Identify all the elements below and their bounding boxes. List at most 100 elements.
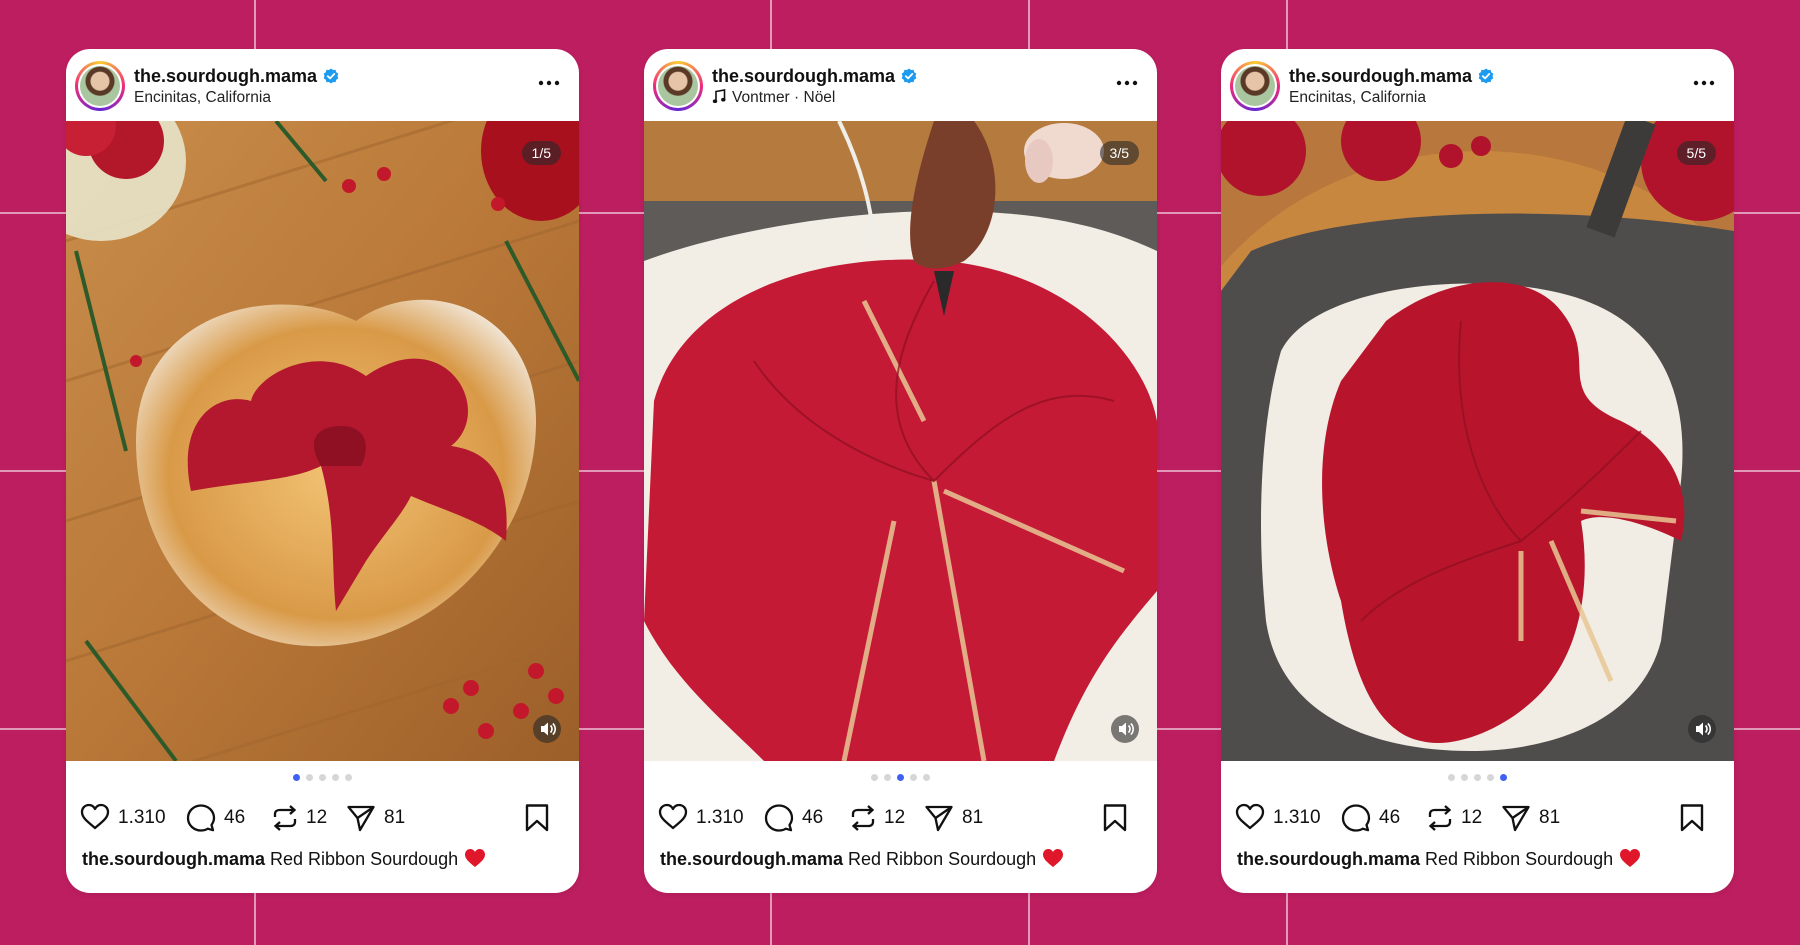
slide-counter: 3/5 <box>1099 141 1139 165</box>
like-button[interactable]: 1.310 <box>80 801 170 835</box>
comment-icon <box>186 804 216 832</box>
volume-button[interactable] <box>533 715 561 743</box>
share-count: 81 <box>962 807 984 828</box>
carousel-dot <box>345 774 352 781</box>
avatar[interactable] <box>75 61 125 111</box>
location-link[interactable]: Encinitas, California <box>134 89 271 107</box>
repost-icon <box>1428 805 1452 831</box>
verified-badge-icon <box>323 68 339 84</box>
caption-username[interactable]: the.sourdough.mama <box>1237 849 1420 869</box>
comment-icon <box>764 804 794 832</box>
carousel-indicator <box>644 774 1157 781</box>
carousel-dot <box>1448 774 1455 781</box>
carousel-dot <box>1487 774 1494 781</box>
repost-icon <box>851 805 875 831</box>
send-icon <box>1502 805 1530 832</box>
caption-text: Red Ribbon Sourdough <box>1425 849 1614 869</box>
post-header: the.sourdough.mama Encinitas, California <box>1221 49 1734 121</box>
carousel-dot <box>306 774 313 781</box>
location-link[interactable]: Encinitas, California <box>1289 89 1426 107</box>
post-card: the.sourdough.mama Vontmer · Nöel 3/5 1.… <box>644 49 1157 893</box>
heart-icon <box>658 803 688 830</box>
carousel-dot <box>910 774 917 781</box>
avatar[interactable] <box>1230 61 1280 111</box>
comment-button[interactable]: 46 <box>186 801 256 835</box>
heart-icon <box>80 803 110 830</box>
carousel-dot <box>871 774 878 781</box>
carousel-dot <box>332 774 339 781</box>
share-button[interactable]: 81 <box>346 801 416 835</box>
repost-button[interactable]: 12 <box>848 801 908 835</box>
more-horizontal-icon[interactable] <box>537 73 561 93</box>
volume-button[interactable] <box>1688 715 1716 743</box>
repost-button[interactable]: 12 <box>270 801 330 835</box>
like-count: 1.310 <box>696 807 744 828</box>
action-bar: 1.310 46 12 81 <box>80 801 570 835</box>
username-link[interactable]: the.sourdough.mama <box>1289 66 1494 87</box>
red-heart-emoji-icon <box>1043 849 1064 867</box>
post-media[interactable]: 5/5 <box>1221 121 1734 761</box>
username[interactable]: the.sourdough.mama <box>134 66 317 86</box>
comment-icon <box>1341 804 1371 832</box>
action-bar: 1.310 46 12 81 <box>658 801 1148 835</box>
share-button[interactable]: 81 <box>1501 801 1571 835</box>
carousel-dot <box>1474 774 1481 781</box>
music-note-icon <box>712 89 726 103</box>
location-text[interactable]: Encinitas, California <box>134 89 271 106</box>
username[interactable]: the.sourdough.mama <box>1289 66 1472 86</box>
slide-counter: 5/5 <box>1676 141 1716 165</box>
repost-count: 12 <box>1461 807 1483 828</box>
more-horizontal-icon[interactable] <box>1115 73 1139 93</box>
audio-link[interactable]: Vontmer · Nöel <box>712 89 835 107</box>
red-heart-emoji-icon <box>465 849 486 867</box>
carousel-dot <box>1461 774 1468 781</box>
bread-photo <box>66 121 579 761</box>
send-icon <box>925 805 953 832</box>
post-card: the.sourdough.mama Encinitas, California… <box>1221 49 1734 893</box>
carousel-dot <box>293 774 300 781</box>
post-caption: the.sourdough.mama Red Ribbon Sourdough <box>660 848 1064 870</box>
post-media[interactable]: 1/5 <box>66 121 579 761</box>
comment-button[interactable]: 46 <box>764 801 834 835</box>
like-button[interactable]: 1.310 <box>658 801 748 835</box>
comment-button[interactable]: 46 <box>1341 801 1411 835</box>
volume-icon <box>541 722 556 736</box>
username-link[interactable]: the.sourdough.mama <box>712 66 917 87</box>
caption-username[interactable]: the.sourdough.mama <box>660 849 843 869</box>
carousel-indicator <box>1221 774 1734 781</box>
slide-counter: 1/5 <box>521 141 561 165</box>
post-media[interactable]: 3/5 <box>644 121 1157 761</box>
share-button[interactable]: 81 <box>924 801 994 835</box>
carousel-dot <box>884 774 891 781</box>
bread-photo <box>1221 121 1734 761</box>
username[interactable]: the.sourdough.mama <box>712 66 895 86</box>
bread-photo <box>644 121 1157 761</box>
repost-button[interactable]: 12 <box>1425 801 1485 835</box>
comment-count: 46 <box>802 807 824 828</box>
carousel-dot <box>923 774 930 781</box>
caption-text: Red Ribbon Sourdough <box>848 849 1037 869</box>
action-bar: 1.310 46 12 81 <box>1235 801 1725 835</box>
carousel-dot <box>319 774 326 781</box>
send-icon <box>347 805 375 832</box>
volume-icon <box>1119 722 1134 736</box>
like-count: 1.310 <box>1273 807 1321 828</box>
bookmark-icon[interactable] <box>524 803 550 833</box>
share-count: 81 <box>384 807 406 828</box>
bookmark-icon[interactable] <box>1102 803 1128 833</box>
bookmark-icon[interactable] <box>1679 803 1705 833</box>
verified-badge-icon <box>1478 68 1494 84</box>
location-text[interactable]: Encinitas, California <box>1289 89 1426 106</box>
more-horizontal-icon[interactable] <box>1692 73 1716 93</box>
caption-username[interactable]: the.sourdough.mama <box>82 849 265 869</box>
repost-icon <box>273 805 297 831</box>
audio-track-text[interactable]: Vontmer · Nöel <box>732 89 835 106</box>
avatar[interactable] <box>653 61 703 111</box>
username-link[interactable]: the.sourdough.mama <box>134 66 339 87</box>
post-caption: the.sourdough.mama Red Ribbon Sourdough <box>82 848 486 870</box>
volume-button[interactable] <box>1111 715 1139 743</box>
carousel-dot <box>897 774 904 781</box>
avatar-photo <box>658 66 698 106</box>
share-count: 81 <box>1539 807 1561 828</box>
like-button[interactable]: 1.310 <box>1235 801 1325 835</box>
